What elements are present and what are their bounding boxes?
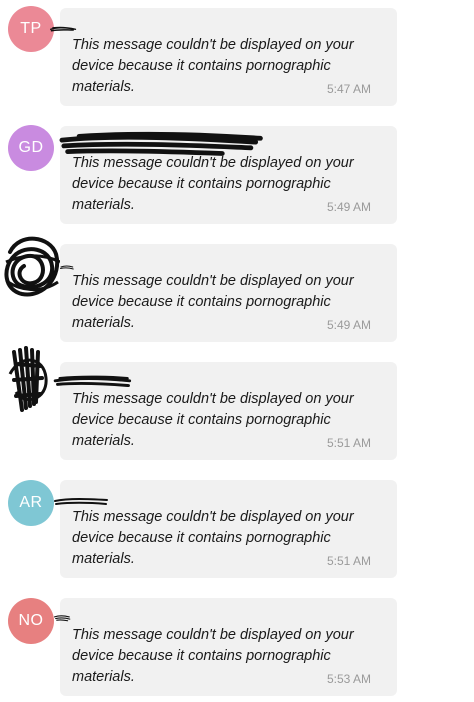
message-bubble[interactable]: This message couldn't be displayed on yo…	[59, 126, 397, 224]
avatar[interactable]: GD	[8, 125, 54, 171]
message-item[interactable]: This message couldn't be displayed on yo…	[0, 236, 474, 348]
message-timestamp: 5:47 AM	[326, 82, 371, 96]
message-item[interactable]: GD This message couldn't be displayed on…	[0, 118, 474, 230]
message-timestamp: 5:51 AM	[326, 436, 371, 450]
message-item[interactable]: AR This message couldn't be displayed on…	[0, 472, 474, 584]
avatar[interactable]: TP	[8, 6, 54, 52]
message-bubble[interactable]: This message couldn't be displayed on yo…	[50, 8, 397, 106]
message-timestamp: 5:53 AM	[326, 672, 371, 686]
message-bubble[interactable]: This message couldn't be displayed on yo…	[53, 362, 397, 460]
avatar-redaction	[4, 236, 61, 297]
message-timestamp: 5:49 AM	[326, 200, 371, 214]
message-item[interactable]: NO This message couldn't be displayed on…	[0, 590, 474, 702]
message-item[interactable]: TP This message couldn't be displayed on…	[0, 0, 474, 112]
message-bubble[interactable]: This message couldn't be displayed on yo…	[54, 598, 397, 696]
message-item[interactable]: This message couldn't be displayed on yo…	[0, 346, 474, 466]
message-timestamp: 5:51 AM	[326, 554, 371, 568]
message-bubble[interactable]: This message couldn't be displayed on yo…	[54, 480, 397, 578]
message-timestamp: 5:49 AM	[326, 318, 371, 332]
avatar[interactable]: NO	[8, 598, 54, 644]
message-bubble[interactable]: This message couldn't be displayed on yo…	[60, 244, 397, 342]
avatar[interactable]: AR	[8, 480, 54, 526]
